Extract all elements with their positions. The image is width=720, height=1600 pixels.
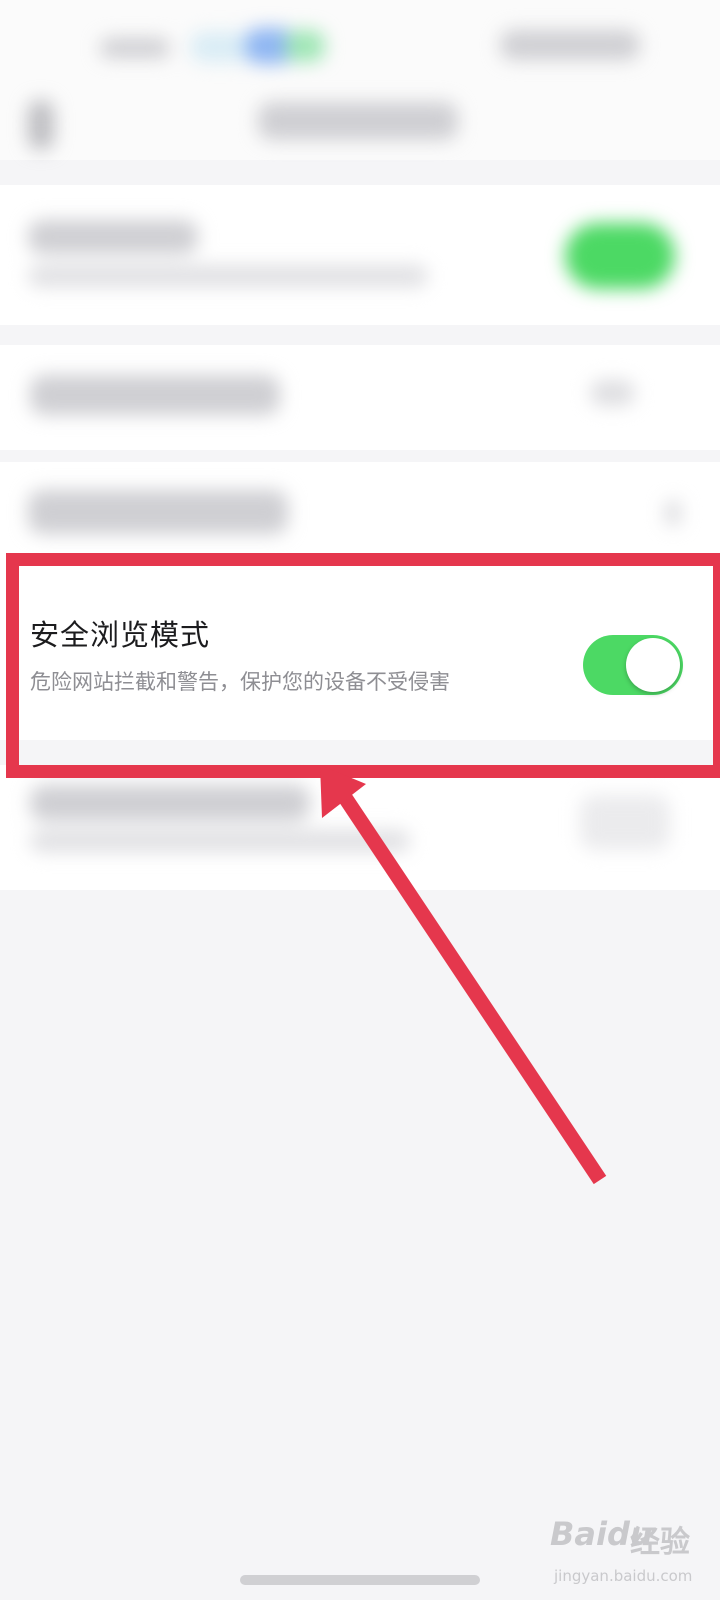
blurred-setting-row-1[interactable] bbox=[0, 185, 720, 325]
home-indicator[interactable] bbox=[240, 1575, 480, 1585]
highlight-box bbox=[6, 553, 720, 778]
watermark-jingyan: 经验 bbox=[630, 1525, 690, 1560]
status-bar bbox=[0, 0, 720, 90]
blurred-toggle[interactable] bbox=[565, 223, 675, 289]
blurred-setting-row-3[interactable] bbox=[0, 462, 720, 560]
back-icon[interactable] bbox=[28, 100, 54, 150]
watermark-url: jingyan.baidu.com bbox=[554, 1567, 693, 1585]
baidu-jingyan-watermark: Baidu 经验 jingyan.baidu.com bbox=[548, 1515, 718, 1597]
nav-bar bbox=[0, 90, 720, 160]
page-title bbox=[258, 102, 458, 140]
blurred-setting-row-4[interactable] bbox=[0, 765, 720, 890]
blurred-setting-row-2[interactable] bbox=[0, 345, 720, 450]
